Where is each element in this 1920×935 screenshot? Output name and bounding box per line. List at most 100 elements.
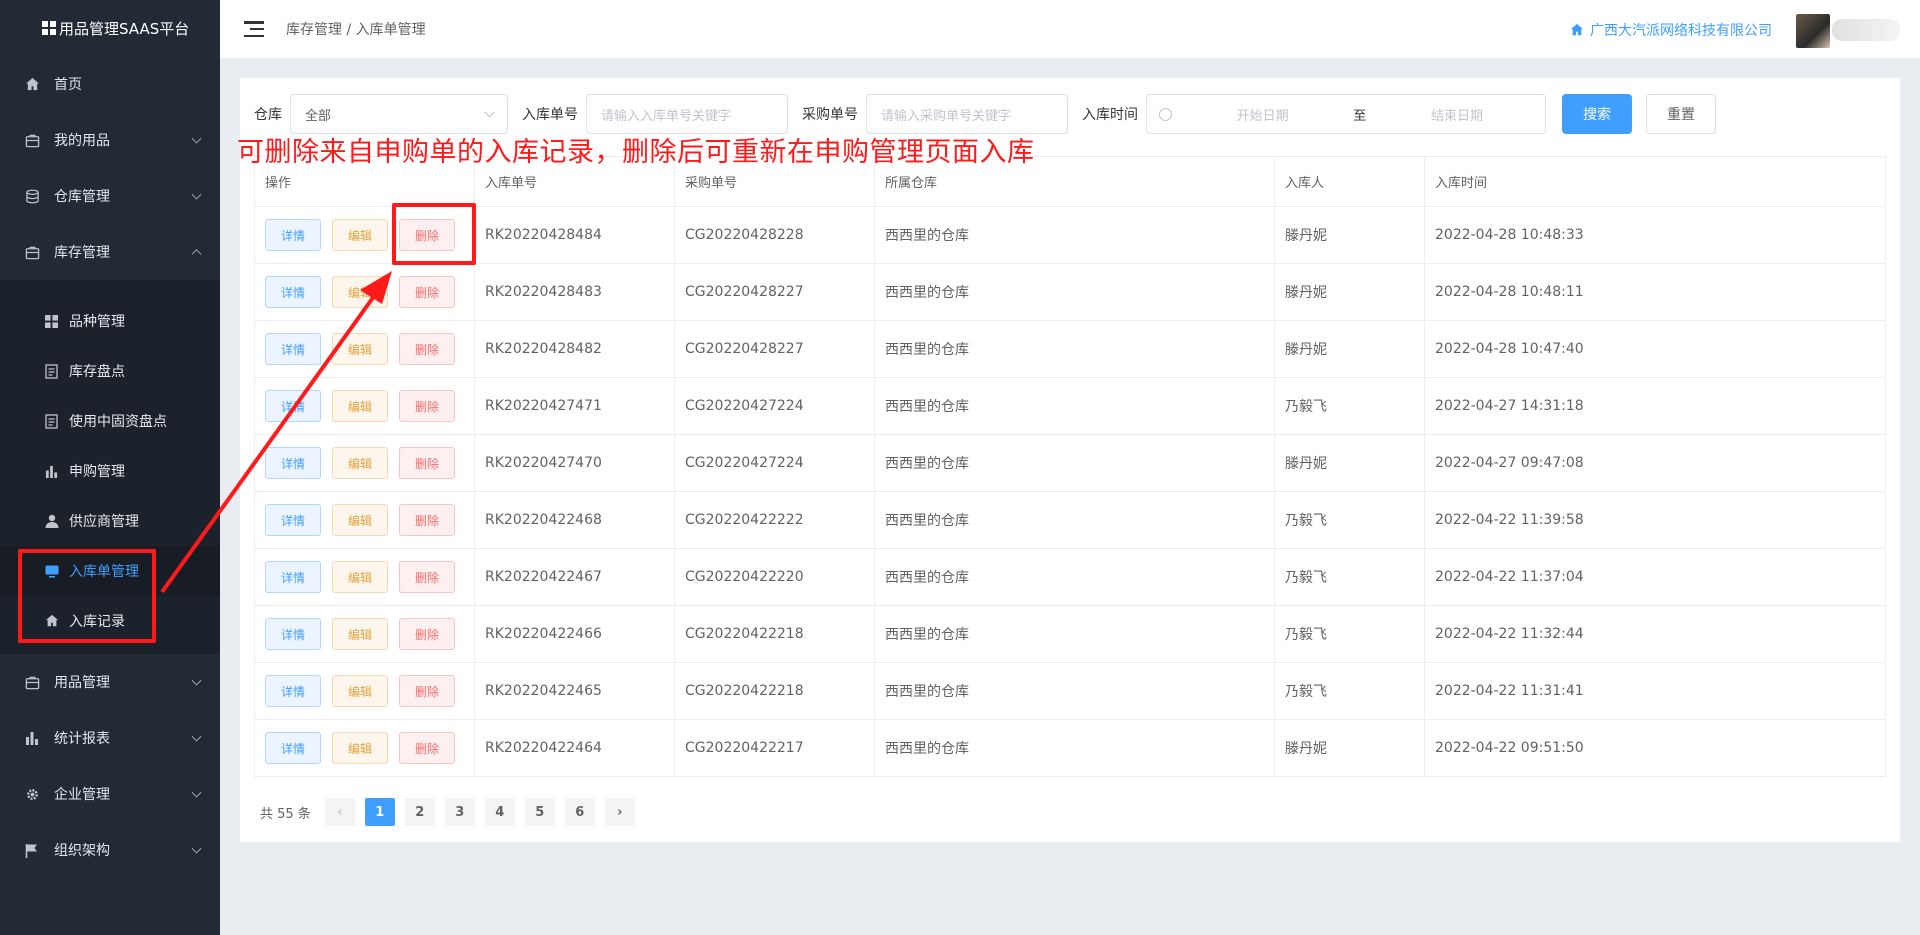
inbound-no-cell: RK20220427471 <box>474 377 675 435</box>
actions-cell: 详情 编辑 删除 <box>254 434 475 492</box>
purchase-no-cell: CG20220422220 <box>674 548 875 606</box>
company-link[interactable]: 广西大汽派网络科技有限公司 <box>1570 20 1772 40</box>
detail-button[interactable]: 详情 <box>265 504 321 536</box>
inbound-no-cell: RK20220422466 <box>474 605 675 663</box>
document-icon <box>44 363 59 379</box>
sidebar-item-variety[interactable]: 品种管理 <box>0 296 220 346</box>
edit-button[interactable]: 编辑 <box>332 561 388 593</box>
inbound-no-placeholder: 请输入入库单号关键字 <box>601 108 732 124</box>
actions-cell: 详情 编辑 删除 <box>254 491 475 549</box>
bag-icon <box>24 132 40 148</box>
inbound-no-label: 入库单号 <box>522 107 578 123</box>
database-icon <box>24 188 40 204</box>
date-range-picker[interactable]: 开始日期 至 结束日期 <box>1146 94 1546 134</box>
search-button[interactable]: 搜索 <box>1562 94 1632 134</box>
sidebar-item-stocktake[interactable]: 库存盘点 <box>0 346 220 396</box>
reset-button[interactable]: 重置 <box>1646 94 1716 134</box>
warehouse-select[interactable]: 全部 <box>290 94 508 134</box>
sidebar-item-inventory[interactable]: 库存管理 <box>0 224 220 280</box>
detail-button[interactable]: 详情 <box>265 732 321 764</box>
detail-button[interactable]: 详情 <box>265 561 321 593</box>
detail-button[interactable]: 详情 <box>265 333 321 365</box>
table-row: 详情 编辑 删除 RK20220422468 CG20220422222 西西里的仓库 乃毅… <box>254 491 1886 549</box>
sidebar-item-home[interactable]: 首页 <box>0 56 220 112</box>
page-button[interactable]: 1 <box>364 798 395 826</box>
delete-button[interactable]: 删除 <box>399 732 455 764</box>
delete-button[interactable]: 删除 <box>399 333 455 365</box>
delete-button[interactable]: 删除 <box>399 447 455 479</box>
inbound-no-cell: RK20220427470 <box>474 434 675 492</box>
purchase-no-cell: CG20220427224 <box>674 377 875 435</box>
next-page-button[interactable]: › <box>604 798 635 826</box>
page-button[interactable]: 4 <box>484 798 515 826</box>
edit-button[interactable]: 编辑 <box>332 618 388 650</box>
pagination-total: 共 55 条 <box>260 806 311 822</box>
delete-button[interactable]: 删除 <box>399 561 455 593</box>
operator-cell: 乃毅飞 <box>1274 491 1425 549</box>
edit-button[interactable]: 编辑 <box>332 675 388 707</box>
edit-button[interactable]: 编辑 <box>332 219 388 251</box>
home-icon <box>24 76 40 92</box>
detail-button[interactable]: 详情 <box>265 390 321 422</box>
sidebar-item-label: 入库单管理 <box>69 564 139 580</box>
inbound-no-cell: RK20220428482 <box>474 320 675 378</box>
sidebar-item-my-items[interactable]: 我的用品 <box>0 112 220 168</box>
sidebar-item-purchase[interactable]: 申购管理 <box>0 446 220 496</box>
operator-cell: 滕丹妮 <box>1274 434 1425 492</box>
warehouse-cell: 西西里的仓库 <box>874 662 1275 720</box>
annotation-text: 可删除来自申购单的入库记录，删除后可重新在申购管理页面入库 <box>237 137 1035 168</box>
flag-icon <box>24 842 40 858</box>
warehouse-cell: 西西里的仓库 <box>874 491 1275 549</box>
sidebar-item-reports[interactable]: 统计报表 <box>0 710 220 766</box>
start-date-placeholder[interactable]: 开始日期 <box>1237 105 1289 124</box>
sidebar-item-label: 供应商管理 <box>69 514 139 530</box>
detail-button[interactable]: 详情 <box>265 219 321 251</box>
inbound-time-cell: 2022-04-22 09:51:50 <box>1424 719 1886 777</box>
inbound-no-cell: RK20220422467 <box>474 548 675 606</box>
sidebar-item-supplier[interactable]: 供应商管理 <box>0 496 220 546</box>
warehouse-cell: 西西里的仓库 <box>874 320 1275 378</box>
bag-icon <box>24 674 40 690</box>
chevron-down-icon <box>191 843 202 854</box>
prev-page-button[interactable]: ‹ <box>324 798 355 826</box>
page-button[interactable]: 6 <box>564 798 595 826</box>
delete-button[interactable]: 删除 <box>399 390 455 422</box>
page-button[interactable]: 3 <box>444 798 475 826</box>
sidebar-item-inbound-records[interactable]: 入库记录 <box>0 596 220 646</box>
detail-button[interactable]: 详情 <box>265 276 321 308</box>
edit-button[interactable]: 编辑 <box>332 276 388 308</box>
sidebar-item-asset-check[interactable]: 使用中固资盘点 <box>0 396 220 446</box>
brand: 用品管理SAAS平台 <box>0 0 220 56</box>
end-date-placeholder[interactable]: 结束日期 <box>1431 105 1483 124</box>
edit-button[interactable]: 编辑 <box>332 732 388 764</box>
user-name-blurred[interactable] <box>1832 19 1900 41</box>
detail-button[interactable]: 详情 <box>265 675 321 707</box>
detail-button[interactable]: 详情 <box>265 618 321 650</box>
menu-toggle-icon[interactable] <box>244 21 264 37</box>
delete-button[interactable]: 删除 <box>399 219 455 251</box>
actions-cell: 详情 编辑 删除 <box>254 662 475 720</box>
delete-button[interactable]: 删除 <box>399 276 455 308</box>
detail-button[interactable]: 详情 <box>265 447 321 479</box>
delete-button[interactable]: 删除 <box>399 618 455 650</box>
inbound-no-input[interactable]: 请输入入库单号关键字 <box>586 94 788 134</box>
sidebar-item-organization[interactable]: 组织架构 <box>0 822 220 878</box>
sidebar-item-supplies[interactable]: 用品管理 <box>0 654 220 710</box>
edit-button[interactable]: 编辑 <box>332 447 388 479</box>
monitor-icon <box>44 564 59 579</box>
page-button[interactable]: 2 <box>404 798 435 826</box>
edit-button[interactable]: 编辑 <box>332 390 388 422</box>
delete-button[interactable]: 删除 <box>399 675 455 707</box>
purchase-no-input[interactable]: 请输入采购单号关键字 <box>866 94 1068 134</box>
sidebar-item-enterprise[interactable]: 企业管理 <box>0 766 220 822</box>
inbound-time-cell: 2022-04-27 09:47:08 <box>1424 434 1886 492</box>
avatar[interactable] <box>1796 14 1830 48</box>
table-row: 详情 编辑 删除 RK20220422465 CG20220422218 西西里的仓库 乃毅… <box>254 662 1886 720</box>
page-button[interactable]: 5 <box>524 798 555 826</box>
purchase-no-cell: CG20220422218 <box>674 605 875 663</box>
delete-button[interactable]: 删除 <box>399 504 455 536</box>
sidebar-item-warehouse[interactable]: 仓库管理 <box>0 168 220 224</box>
sidebar-item-inbound-orders[interactable]: 入库单管理 <box>0 546 220 596</box>
edit-button[interactable]: 编辑 <box>332 504 388 536</box>
edit-button[interactable]: 编辑 <box>332 333 388 365</box>
